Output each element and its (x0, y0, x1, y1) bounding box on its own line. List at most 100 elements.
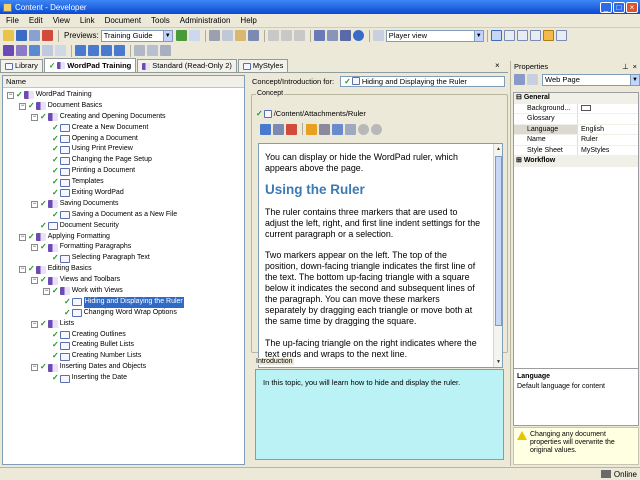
tree-item[interactable]: − ✓ Saving Documents (3, 199, 244, 210)
replace-icon[interactable] (326, 30, 338, 41)
minimize-icon[interactable]: _ (600, 1, 612, 13)
collapse-toggle-icon[interactable]: − (43, 287, 50, 295)
categorized-icon[interactable] (514, 74, 525, 85)
property-value[interactable] (578, 104, 638, 114)
link-icon[interactable] (260, 123, 271, 135)
unlink-icon[interactable] (147, 45, 158, 56)
collapse-toggle-icon[interactable]: − (31, 113, 38, 121)
concept-editor[interactable]: You can display or hide the WordPad rule… (258, 143, 503, 368)
tree-item[interactable]: − ✓ Formatting Paragraphs (3, 242, 244, 253)
new-topic-icon[interactable] (42, 45, 53, 56)
refresh-icon[interactable] (293, 30, 305, 41)
delete-icon[interactable] (42, 30, 53, 41)
menu-document[interactable]: Document (105, 16, 141, 25)
layout-two-icon[interactable] (503, 30, 515, 41)
tree-item[interactable]: ✓ Creating Outlines (3, 330, 244, 341)
property-value[interactable]: MyStyles (578, 146, 638, 156)
tree-item[interactable]: ✓ Opening a Document (3, 134, 244, 145)
menu-view[interactable]: View (53, 16, 70, 25)
collapse-icon[interactable]: ⊟ (516, 94, 524, 101)
menu-edit[interactable]: Edit (29, 16, 43, 25)
collapse-toggle-icon[interactable]: − (31, 277, 38, 285)
tree-item[interactable]: ✓ Using Print Preview (3, 144, 244, 155)
tree-item[interactable]: − ✓ Inserting Dates and Objects (3, 362, 244, 373)
spell-check-icon[interactable] (339, 30, 351, 41)
layout-three-icon[interactable] (516, 30, 528, 41)
tree-item[interactable]: ✓ Changing Word Wrap Options (3, 308, 244, 319)
player-view-icon[interactable] (372, 30, 384, 41)
property-value[interactable] (578, 114, 638, 124)
help-icon[interactable] (352, 30, 364, 41)
maximize-icon[interactable]: □ (613, 1, 625, 13)
collapse-toggle-icon[interactable]: − (19, 266, 26, 274)
chevron-down-icon[interactable]: ▼ (162, 30, 172, 41)
forward-icon[interactable] (371, 123, 382, 135)
property-row-language[interactable]: Language English (514, 124, 638, 135)
property-row-name[interactable]: Name Ruler (514, 135, 638, 146)
back-icon[interactable] (358, 123, 369, 135)
property-row-background[interactable]: Background... (514, 103, 638, 114)
tree-item[interactable]: − ✓ WordPad Training (3, 90, 244, 101)
close-tab-icon[interactable]: × (495, 61, 500, 70)
layout-one-icon[interactable] (490, 30, 502, 41)
outline-column-header[interactable]: Name (3, 76, 244, 88)
menu-link[interactable]: Link (80, 16, 95, 25)
menu-help[interactable]: Help (240, 16, 256, 25)
properties-icon[interactable] (160, 45, 171, 56)
settings-icon[interactable] (319, 123, 330, 135)
new-section-icon[interactable] (16, 45, 27, 56)
collapse-toggle-icon[interactable]: − (19, 102, 26, 110)
link-icon[interactable] (134, 45, 145, 56)
tree-item[interactable]: ✓ Templates (3, 177, 244, 188)
tab-standard[interactable]: Standard (Read-Only 2) (137, 59, 237, 72)
tab-wordpad-training[interactable]: ✓ WordPad Training (43, 58, 137, 72)
print-icon[interactable] (29, 30, 40, 41)
image-icon[interactable] (332, 123, 343, 135)
chevron-down-icon[interactable]: ▼ (630, 74, 639, 85)
tree-item[interactable]: ✓ Changing the Page Setup (3, 155, 244, 166)
collapse-toggle-icon[interactable]: − (31, 320, 38, 328)
paste-icon[interactable] (234, 30, 246, 41)
collapse-toggle-icon[interactable]: − (7, 91, 14, 99)
tree-item[interactable]: − ✓ Views and Toolbars (3, 275, 244, 286)
preview-go-icon[interactable] (175, 30, 187, 41)
move-left-icon[interactable] (75, 45, 86, 56)
scroll-up-icon[interactable]: ▲ (494, 144, 502, 154)
browse-icon[interactable] (273, 123, 284, 135)
menu-file[interactable]: File (6, 16, 19, 25)
tree-item[interactable]: ✓ Saving a Document as a New File (3, 210, 244, 221)
property-category-workflow[interactable]: ⊞ Workflow (514, 156, 638, 167)
menu-tools[interactable]: Tools (151, 16, 170, 25)
tree-item[interactable]: ✓ Creating Bullet Lists (3, 340, 244, 351)
tree-item[interactable]: − ✓ Creating and Opening Documents (3, 112, 244, 123)
open-folder-icon[interactable] (3, 30, 14, 41)
tab-library[interactable]: Library (0, 59, 43, 72)
introduction-editor[interactable]: In this topic, you will learn how to hid… (255, 369, 504, 460)
new-book-icon[interactable] (3, 45, 14, 56)
tree-item[interactable]: ✓ Create a New Document (3, 123, 244, 134)
player-view-dropdown[interactable]: Player view ▼ (385, 29, 484, 42)
redo-icon[interactable] (280, 30, 292, 41)
tree-item[interactable]: − ✓ Applying Formatting (3, 232, 244, 243)
tree-item[interactable]: ✓ Hiding and Displaying the Ruler (3, 296, 244, 308)
layout-four-icon[interactable] (529, 30, 541, 41)
move-up-icon[interactable] (101, 45, 112, 56)
tree-item[interactable]: ✓ Creating Number Lists (3, 351, 244, 362)
layout-six-icon[interactable] (555, 30, 567, 41)
undo-icon[interactable] (267, 30, 279, 41)
move-right-icon[interactable] (88, 45, 99, 56)
chevron-down-icon[interactable]: ▼ (473, 30, 483, 41)
tree-item[interactable]: − ✓ Lists (3, 319, 244, 330)
tree-item[interactable]: − ✓ Document Basics (3, 101, 244, 112)
close-icon[interactable]: × (633, 61, 637, 72)
property-value[interactable]: English (578, 125, 638, 135)
collapse-toggle-icon[interactable]: − (31, 200, 38, 208)
previews-dropdown[interactable]: Training Guide ▼ (100, 29, 173, 42)
tree-item[interactable]: ✓ Document Security (3, 221, 244, 232)
concept-scrollbar[interactable]: ▲ ▼ (493, 144, 502, 367)
sort-alphabetical-icon[interactable] (527, 74, 538, 85)
find-icon[interactable] (247, 30, 259, 41)
move-down-icon[interactable] (114, 45, 125, 56)
tree-item[interactable]: − ✓ Work with Views (3, 286, 244, 297)
menu-administration[interactable]: Administration (180, 16, 231, 25)
